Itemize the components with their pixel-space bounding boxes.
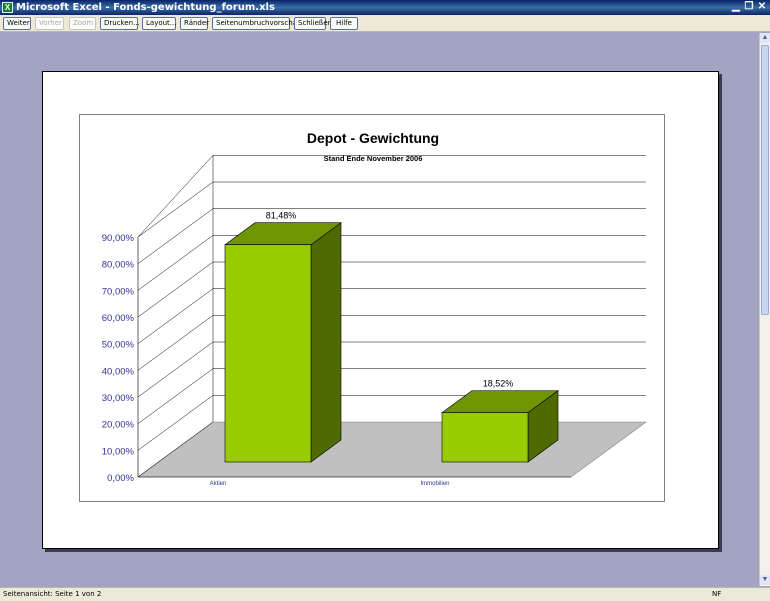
page-break-preview-button[interactable]: Seitenumbruchvorschau	[212, 17, 301, 30]
close-icon[interactable]: ✕	[756, 1, 768, 13]
y-tick-label: 20,00%	[102, 420, 135, 431]
y-tick-label: 60,00%	[102, 313, 135, 324]
y-tick-label: 70,00%	[102, 286, 135, 297]
close-preview-button[interactable]: Schließen	[294, 17, 332, 30]
margins-button[interactable]: Ränder	[180, 17, 209, 30]
setup-button[interactable]: Layout...	[142, 17, 176, 30]
chart-area: Depot - Gewichtung Stand Ende November 20…	[79, 114, 665, 502]
y-tick-label: 50,00%	[102, 340, 135, 351]
zoom-button[interactable]: Zoom	[69, 17, 96, 30]
y-tick-label: 40,00%	[102, 366, 135, 377]
next-button[interactable]: Weiter	[3, 17, 31, 30]
preview-workspace: Depot - Gewichtung Stand Ende November 20…	[0, 33, 759, 586]
title-bar: X Microsoft Excel - Fonds-gewichtung_for…	[0, 0, 770, 15]
y-tick-label: 90,00%	[102, 233, 135, 244]
vertical-scrollbar[interactable]: ▲ ▼	[759, 33, 770, 586]
scroll-down-icon[interactable]: ▼	[760, 575, 770, 585]
window-title: Microsoft Excel - Fonds-gewichtung_forum…	[16, 2, 275, 13]
chart: Depot - GewichtungStand Ende November 20…	[102, 130, 647, 487]
wall-gridline	[137, 261, 214, 318]
x-tick-label: Immobilien	[420, 481, 449, 487]
wall-gridline	[137, 288, 214, 344]
bar-side	[310, 222, 342, 463]
minimize-icon[interactable]: ▁	[730, 1, 742, 13]
y-tick-label: 0,00%	[107, 473, 134, 484]
wall-gridline	[137, 155, 214, 238]
wall-gridline	[137, 181, 214, 238]
previous-button[interactable]: Vorher	[35, 17, 64, 30]
help-button[interactable]: Hilfe	[330, 17, 358, 30]
status-text: Seitenansicht: Seite 1 von 2	[3, 590, 102, 598]
status-mode: NF	[712, 590, 722, 598]
wall-gridline	[137, 315, 214, 371]
restore-icon[interactable]: ❐	[743, 1, 755, 13]
y-tick-label: 80,00%	[102, 260, 135, 271]
scroll-thumb[interactable]	[761, 45, 769, 315]
wall-gridline	[137, 341, 214, 398]
bar	[441, 412, 529, 463]
chart-floor	[137, 421, 647, 478]
preview-page: Depot - Gewichtung Stand Ende November 20…	[42, 71, 719, 549]
status-bar: Seitenansicht: Seite 1 von 2 NF	[0, 587, 770, 601]
data-label: 81,48%	[266, 211, 297, 221]
wall-gridline	[137, 208, 214, 264]
print-button[interactable]: Drucken...	[100, 17, 140, 30]
data-label: 18,52%	[483, 379, 514, 389]
wall-gridline	[137, 368, 214, 424]
y-tick-label: 30,00%	[102, 393, 135, 404]
x-tick-label: Aktien	[210, 481, 227, 487]
wall-gridline	[137, 235, 214, 291]
bar	[224, 244, 312, 463]
chart-title: Depot - Gewichtung	[307, 130, 439, 146]
excel-icon: X	[2, 2, 13, 13]
print-preview-toolbar: Weiter Vorher Zoom Drucken... Layout... …	[0, 15, 770, 32]
scroll-up-icon[interactable]: ▲	[760, 33, 770, 43]
y-tick-label: 10,00%	[102, 446, 135, 457]
